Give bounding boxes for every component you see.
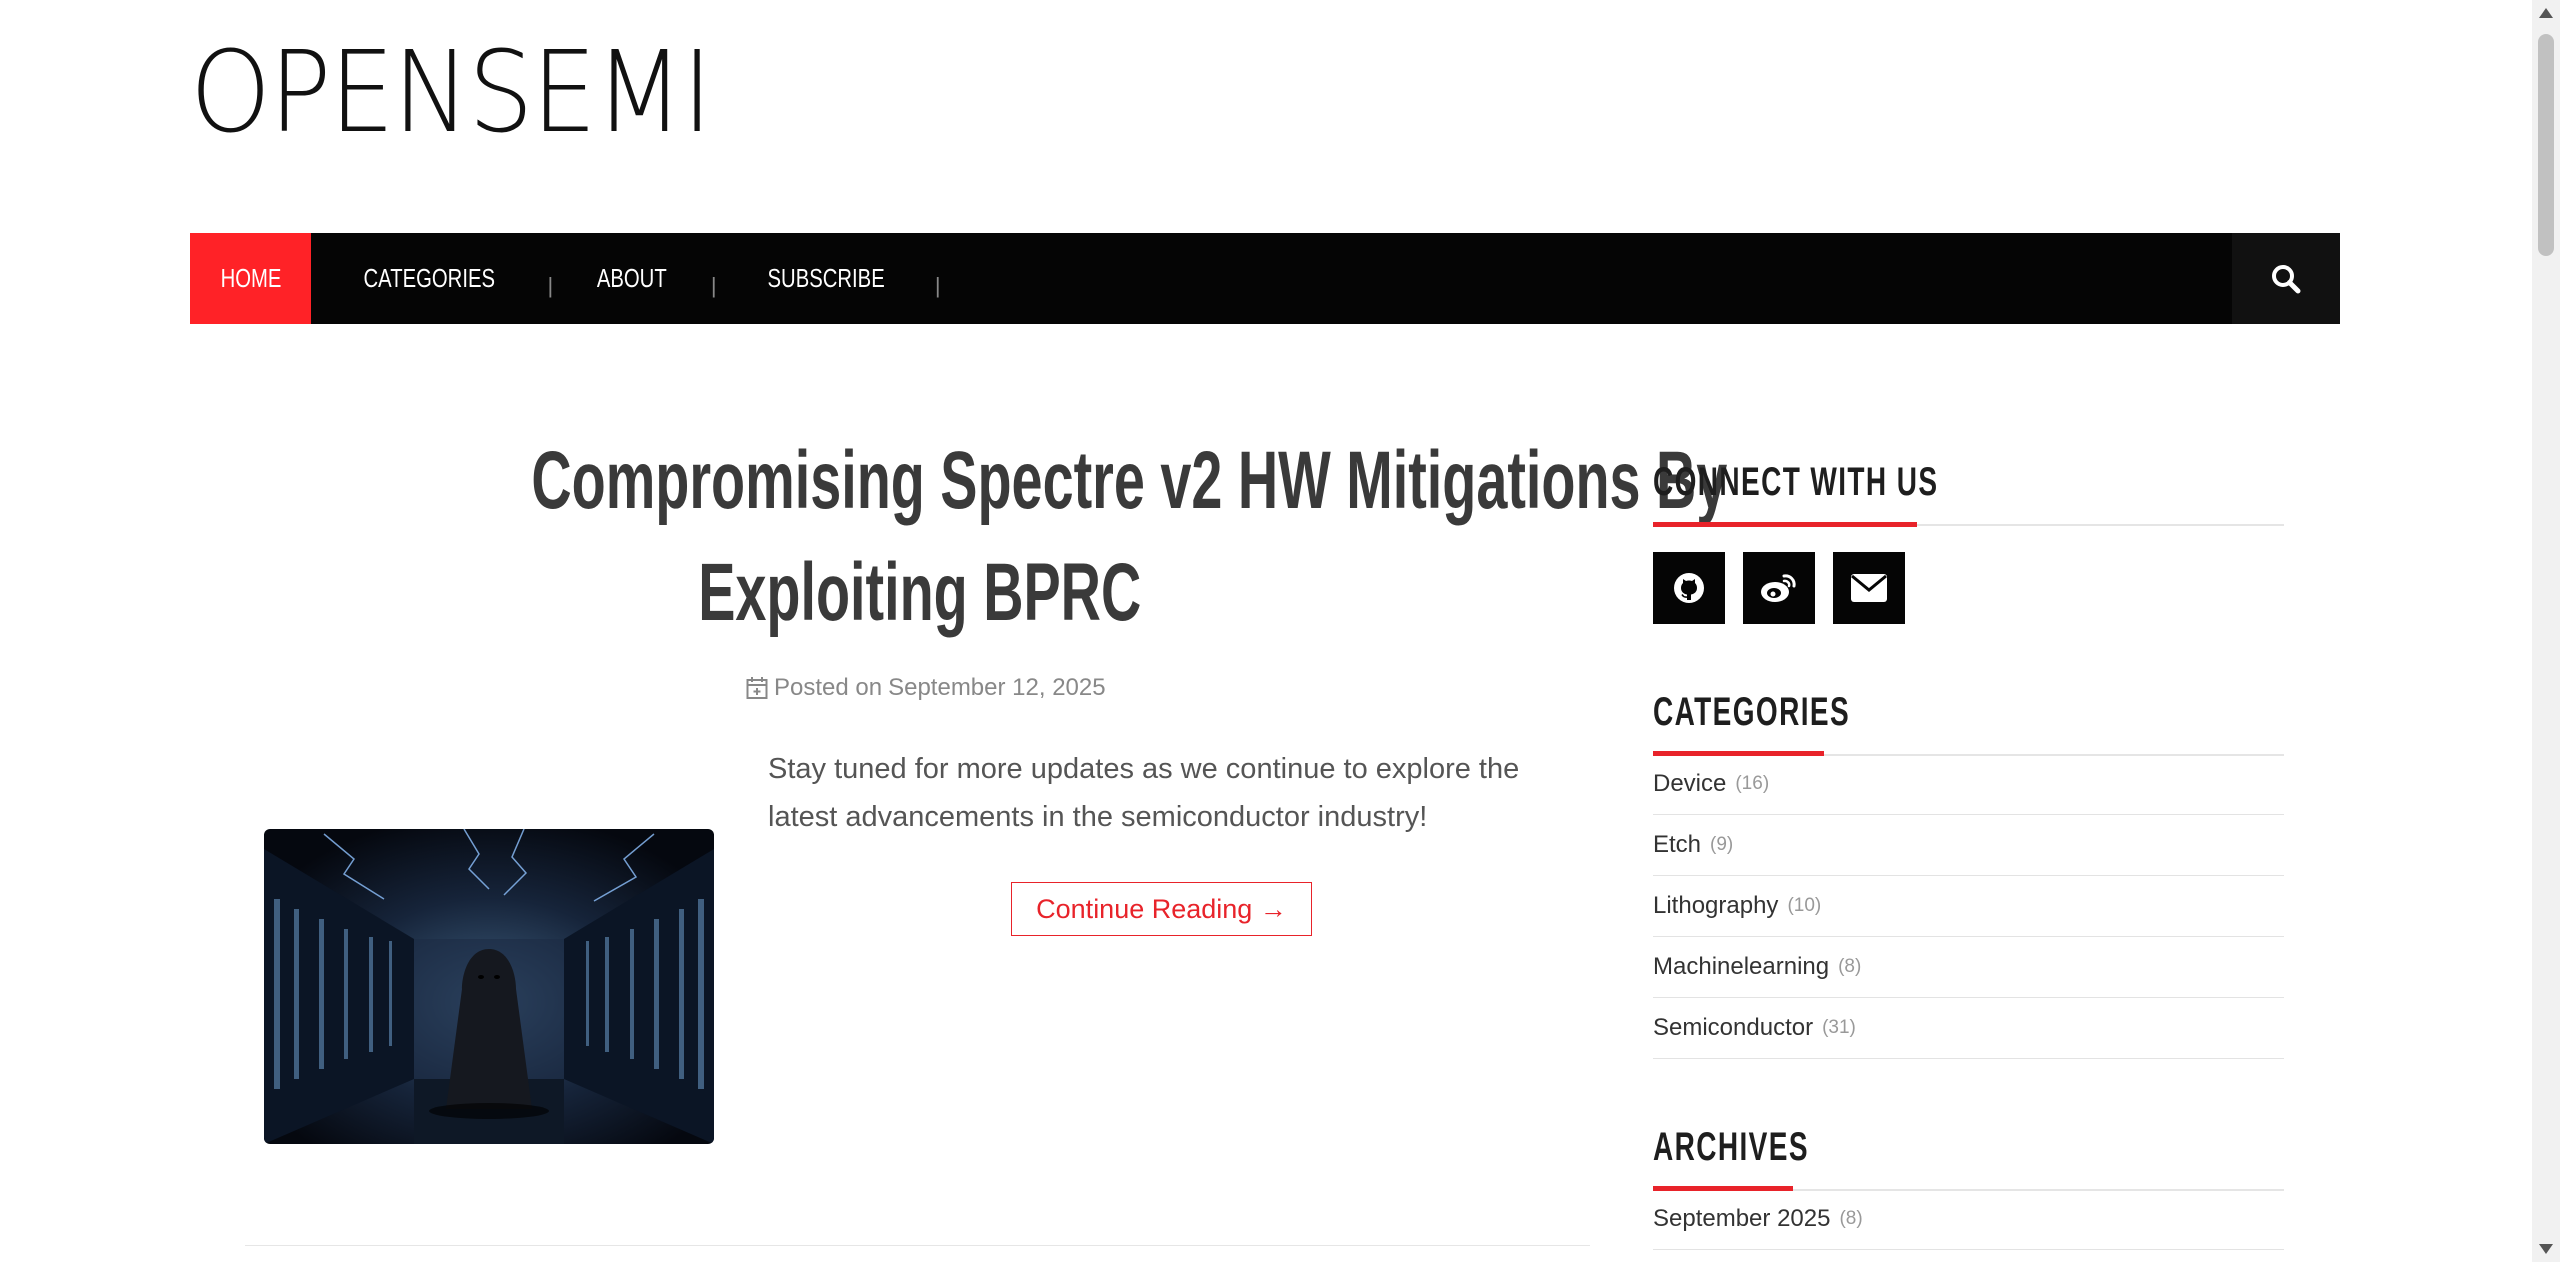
widget-accent-bar xyxy=(1653,522,1917,527)
category-link-lithography[interactable]: Lithography xyxy=(1653,892,1778,920)
scroll-up-arrow-icon[interactable] xyxy=(2539,8,2553,18)
category-item: Semiconductor (31) xyxy=(1653,998,2284,1059)
continue-reading-button[interactable]: Continue Reading → xyxy=(1011,882,1312,936)
post-excerpt: Stay tuned for more updates as we contin… xyxy=(768,753,1520,833)
category-item: Etch (9) xyxy=(1653,815,2284,876)
widget-title-connect: CONNECT WITH US xyxy=(1653,460,2061,505)
envelope-icon xyxy=(1851,574,1887,602)
nav-about[interactable]: ABOUT xyxy=(553,233,711,324)
post-meta-prefix: Posted on xyxy=(774,674,883,701)
category-count: (16) xyxy=(1735,773,1770,794)
archive-count: (8) xyxy=(1839,1208,1863,1229)
nav-home[interactable]: HOME xyxy=(190,233,311,324)
categories-list: Device (16) Etch (9) Lithography (10) Machi… xyxy=(1653,754,2284,1059)
nav-subscribe[interactable]: SUBSCRIBE xyxy=(717,233,935,324)
post-date[interactable]: September 12, 2025 xyxy=(888,674,1106,702)
search-icon xyxy=(2272,264,2301,293)
search-button[interactable] xyxy=(2232,233,2340,324)
post-title-line-2: Exploiting BPRC xyxy=(698,547,1142,638)
github-button[interactable] xyxy=(1653,552,1725,624)
post-thumbnail[interactable] xyxy=(264,829,714,1144)
weibo-button[interactable] xyxy=(1743,552,1815,624)
category-count: (8) xyxy=(1838,956,1862,977)
category-item: Machinelearning (8) xyxy=(1653,937,2284,998)
category-count: (9) xyxy=(1710,834,1734,855)
nav-home-label: HOME xyxy=(220,263,281,293)
archive-item: September 2025 (8) xyxy=(1653,1189,2284,1250)
post-meta: Posted on September 12, 2025 xyxy=(746,674,1106,702)
post-title[interactable]: Compromising Spectre v2 HW Mitigations B… xyxy=(250,425,1727,649)
category-item: Device (16) xyxy=(1653,754,2284,815)
weibo-icon xyxy=(1761,574,1796,602)
widget-title-categories: CATEGORIES xyxy=(1653,690,1935,735)
archives-list: September 2025 (8) xyxy=(1653,1189,2284,1250)
category-link-device[interactable]: Device xyxy=(1653,770,1726,798)
email-button[interactable] xyxy=(1833,552,1905,624)
nav-categories-label: CATEGORIES xyxy=(363,263,496,293)
category-count: (10) xyxy=(1787,895,1822,916)
post-title-line-1: Compromising Spectre v2 HW Mitigations B… xyxy=(531,435,1728,526)
category-link-semiconductor[interactable]: Semiconductor xyxy=(1653,1014,1813,1042)
nav-about-label: ABOUT xyxy=(597,263,667,293)
category-link-machinelearning[interactable]: Machinelearning xyxy=(1653,953,1829,981)
nav-categories[interactable]: CATEGORIES xyxy=(311,233,548,324)
post-divider xyxy=(245,1245,1590,1246)
category-count: (31) xyxy=(1822,1017,1856,1038)
widget-title-archives-label: ARCHIVES xyxy=(1653,1125,1809,1169)
main-navbar: HOME CATEGORIES | ABOUT | SUBSCRIBE | xyxy=(190,233,2340,324)
post-thumbnail-image xyxy=(264,829,714,1144)
github-icon xyxy=(1674,573,1704,603)
nav-subscribe-label: SUBSCRIBE xyxy=(767,263,885,293)
scrollbar-thumb[interactable] xyxy=(2538,34,2554,256)
scroll-down-arrow-icon[interactable] xyxy=(2539,1244,2553,1254)
archive-link-september-2025[interactable]: September 2025 xyxy=(1653,1205,1830,1233)
nav-separator: | xyxy=(934,272,941,298)
category-link-etch[interactable]: Etch xyxy=(1653,831,1701,859)
calendar-icon xyxy=(746,677,768,699)
site-title[interactable]: OPENSEMI xyxy=(190,28,712,158)
widget-title-categories-label: CATEGORIES xyxy=(1653,690,1851,734)
category-item: Lithography (10) xyxy=(1653,876,2284,937)
widget-title-connect-label: CONNECT WITH US xyxy=(1653,460,1939,504)
widget-title-archives: ARCHIVES xyxy=(1653,1125,1876,1170)
page-scrollbar[interactable] xyxy=(2532,0,2560,1262)
